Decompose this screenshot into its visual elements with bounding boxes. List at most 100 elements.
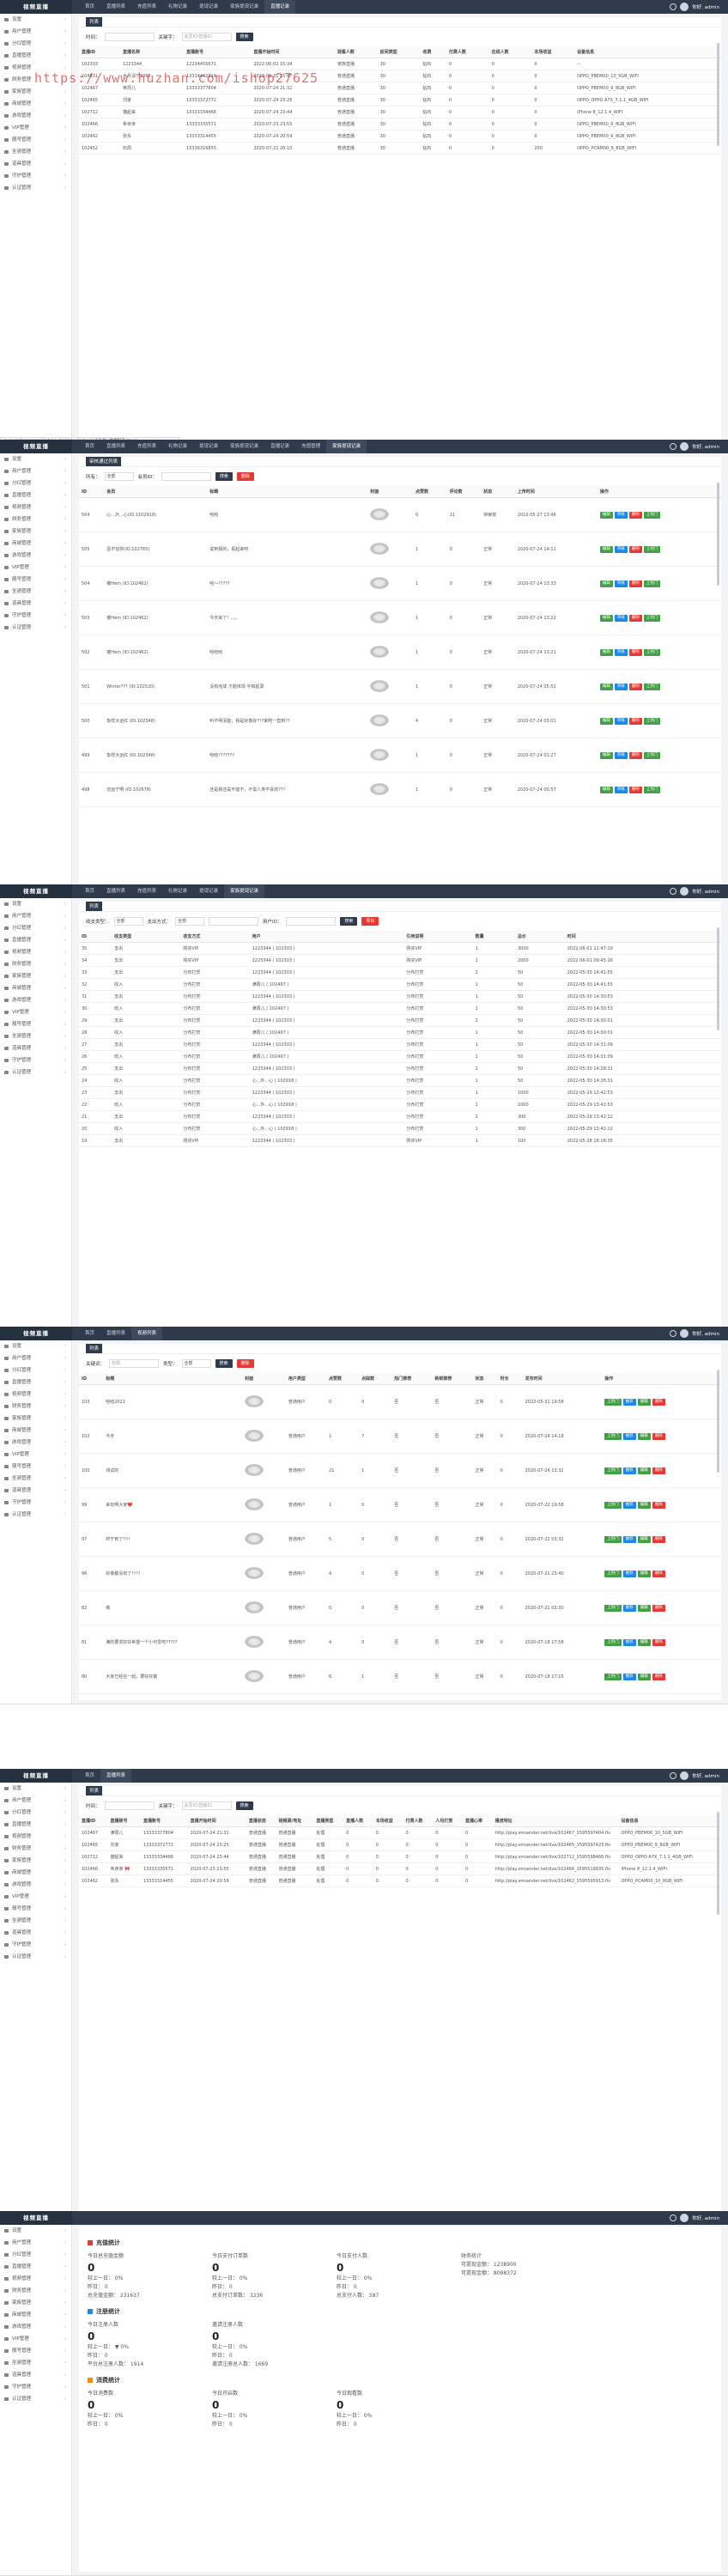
action-button[interactable]: 删除 (628, 580, 642, 587)
search-button[interactable]: 搜索 (215, 472, 233, 481)
sidebar-item[interactable]: 守护管理 › (0, 1939, 71, 1951)
sidebar-item[interactable]: VIP管理 › (0, 1449, 71, 1461)
sidebar-item[interactable]: 直播管理 › (0, 50, 71, 62)
top-tab[interactable]: 直播列表 (100, 1327, 131, 1340)
column-header[interactable]: 数量 (472, 931, 515, 943)
action-button[interactable]: 审核 (614, 545, 628, 553)
action-button[interactable]: 上热门 (604, 1398, 622, 1406)
action-button[interactable]: 推荐 (622, 1432, 636, 1440)
table-row[interactable]: 503 瘦Hem (ID:102462) 今天来了！。。。 1 0 正常 2020-07-2… (79, 600, 721, 635)
sidebar-item[interactable]: 靓号管理 › (0, 2345, 71, 2357)
action-button[interactable]: 删除 (652, 1535, 665, 1543)
sidebar-item[interactable]: 商城管理 › (0, 2309, 71, 2321)
action-button[interactable]: 审核 (614, 648, 628, 656)
top-tab[interactable]: 视频列表 (131, 1327, 163, 1340)
table-row[interactable]: 26 收入 分布打赏 满周儿 ( 102467 ) 分布打赏 1 50 2022-05-30 … (79, 1050, 721, 1063)
action-button[interactable]: 上热门 (643, 511, 661, 519)
sidebar-item[interactable]: 用户管理 › (0, 2237, 71, 2249)
action-button[interactable]: 上热门 (604, 1467, 622, 1474)
member-input[interactable] (161, 472, 211, 481)
table-row[interactable]: 35 支出 购买VIP 1223344 ( 102303 ) 购买VIP 1 3000 202… (79, 942, 721, 955)
column-header[interactable]: 上传时间 (514, 486, 598, 498)
bell-icon[interactable] (670, 1330, 677, 1337)
column-header[interactable]: 评论数 (446, 486, 482, 498)
column-header[interactable]: 用户类型 (285, 1373, 327, 1385)
sidebar-item[interactable]: 设置 › (0, 1340, 71, 1352)
table-row[interactable]: 33 支出 分布打赏 1223344 ( 102303 ) 分布打赏 1 50 2022-05… (79, 966, 721, 979)
column-header[interactable]: 直播ID (79, 46, 120, 58)
sidebar-item[interactable]: 用户管理 › (0, 910, 71, 922)
table-row[interactable]: 24 收入 分布打赏 心...外...心 ( 102918 ) 分布打赏 1 50 2022-… (79, 1074, 721, 1087)
sidebar-item[interactable]: 游戏管理 › (0, 110, 71, 122)
table-row[interactable]: 32 收入 分布打赏 满周儿 ( 102467 ) 分布打赏 1 50 2022-05-30 … (79, 978, 721, 991)
table-row[interactable]: 100 测试的 普通用户 21 1 否否正常 0 2020-07-24 13:32 上热门 推荐编… (79, 1453, 721, 1488)
column-header[interactable]: 时长 (497, 1373, 523, 1385)
top-tab[interactable]: 提现记录 (193, 0, 224, 14)
sidebar-item[interactable]: 财务管理 › (0, 1843, 71, 1855)
column-header[interactable]: ID (79, 1373, 104, 1385)
video-thumbnail[interactable] (245, 1498, 264, 1510)
sidebar-item[interactable]: 直播管理 › (0, 934, 71, 946)
keyword-input[interactable]: 会员ID/直播ID (181, 33, 232, 41)
sidebar-item[interactable]: 分红管理 › (0, 2249, 71, 2261)
sidebar-item[interactable]: 财务管理 › (0, 2285, 71, 2297)
top-tab[interactable]: 首页 (79, 1769, 100, 1783)
column-header[interactable]: 直播账号 (140, 1815, 188, 1827)
sidebar-item[interactable]: 道具管理 › (0, 1042, 71, 1054)
date-input[interactable] (104, 1801, 155, 1810)
action-button[interactable]: 上热门 (604, 1535, 622, 1543)
action-button[interactable]: 审核 (614, 751, 628, 759)
column-header[interactable]: 标题 (207, 486, 368, 498)
action-button[interactable]: 删除 (628, 545, 642, 553)
sidebar-item[interactable]: 设置 › (0, 898, 71, 910)
sidebar-item[interactable]: 守护管理 › (0, 2381, 71, 2393)
keyword-input[interactable]: 标题 (109, 1359, 160, 1368)
top-tab[interactable]: 充值列表 (131, 884, 162, 898)
action-button[interactable]: 删除 (652, 1501, 665, 1509)
table-row[interactable]: 103 哈哈2022 普通用户 0 0 否否正常 0 2022-05-31 19:58 上热门推… (79, 1384, 721, 1419)
table-row[interactable]: 27 支出 分布打赏 1223344 ( 102303 ) 分布打赏 1 50 2022-05… (79, 1038, 721, 1051)
table-row[interactable]: 82 嗯普通用户 0 0 否否正常 0 2020-07-21 03:30 上热门 推荐 编辑 删除 (79, 1590, 721, 1625)
column-header[interactable]: 新鲜推荐 (432, 1373, 473, 1385)
table-row[interactable]: 31 支出 分布打赏 1223344 ( 102303 ) 分布打赏 1 50 2022-05… (79, 990, 721, 1003)
sidebar-item[interactable]: 靓号管理 › (0, 1461, 71, 1473)
sidebar-item[interactable]: 设置 › (0, 14, 71, 26)
table-row[interactable]: 504 瘦Hem (ID:102462) 哈～????? 1 0 正常 2020-07-24… (79, 566, 721, 601)
table-row[interactable]: 505 蛋不怕你(ID:102765) 说到我的，看起来吧 1 0 正常 2020-07-2… (79, 532, 721, 567)
video-thumbnail[interactable] (370, 714, 390, 726)
table-row[interactable]: 102303 1223344 12234455671 2022-06-02 15:34… (79, 58, 721, 70)
table-row[interactable]: 102712 猫起来 13333334466 2020-07-24 23:44 普通直播… (79, 1850, 721, 1863)
date-input[interactable] (104, 33, 155, 41)
sidebar-item[interactable]: VIP管理 › (0, 1891, 71, 1903)
action-button[interactable]: 上热门 (643, 751, 661, 759)
action-button[interactable]: 审核 (614, 683, 628, 690)
column-header[interactable]: 视频源/地址 (276, 1815, 314, 1827)
action-button[interactable]: 删除 (628, 786, 642, 793)
action-button[interactable]: 删除 (628, 717, 642, 725)
column-header[interactable]: 在线人数 (488, 46, 532, 58)
column-header[interactable]: 热门推荐 (391, 1373, 433, 1385)
search-button[interactable]: 搜索 (215, 1359, 233, 1368)
sidebar-item[interactable]: 游戏管理 › (0, 1437, 71, 1449)
video-thumbnail[interactable] (370, 576, 390, 589)
table-row[interactable]: 34 支出 购买VIP 1223344 ( 102303 ) 购买VIP 1 2000 202… (79, 954, 721, 967)
scrollbar[interactable] (717, 927, 719, 1030)
sidebar-item[interactable]: 财务管理 › (0, 1400, 71, 1413)
user-greeting[interactable]: 你好, admin (692, 888, 719, 895)
column-header[interactable]: 付费人数 (446, 46, 489, 58)
table-row[interactable]: 19 支出 购买VIP 1223344 ( 102303 ) 购买VIP 1 100 2022… (79, 1134, 721, 1147)
sidebar-item[interactable]: 道具管理 › (0, 1927, 71, 1939)
top-tab[interactable]: 直播记录 (264, 440, 295, 453)
table-row[interactable]: 23 支出 分布打赏 1223344 ( 102303 ) 分布打赏 1 1000 2022-… (79, 1086, 721, 1099)
column-header[interactable]: 总价 (514, 931, 565, 943)
action-button[interactable]: 编辑 (637, 1638, 651, 1646)
sidebar-item[interactable]: 财务管理 › (0, 958, 71, 970)
bell-icon[interactable] (670, 1772, 677, 1779)
user-greeting[interactable]: 你好, admin (692, 1772, 719, 1779)
column-header[interactable]: 点踩数 (359, 1373, 392, 1385)
top-tab[interactable]: 家族提现记录 (224, 0, 264, 14)
sidebar-item[interactable]: 坐骑管理 › (0, 146, 71, 158)
action-button[interactable]: 上热门 (643, 580, 661, 587)
avatar[interactable] (680, 2214, 689, 2222)
avatar[interactable] (680, 887, 689, 896)
